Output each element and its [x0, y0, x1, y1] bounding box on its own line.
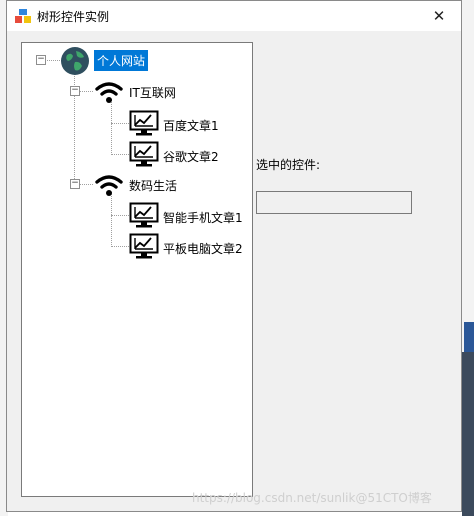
tree-node-label[interactable]: 个人网站 [94, 50, 149, 71]
collapse-icon[interactable]: − [36, 55, 46, 65]
background-editor-tab [464, 322, 474, 352]
tree-line [111, 215, 129, 216]
tree-line [111, 123, 129, 124]
tree-node-label[interactable]: IT互联网 [129, 84, 176, 101]
close-button[interactable]: ✕ [417, 1, 461, 31]
tree-line [79, 91, 93, 92]
watermark: https://blog.csdn.net/sunlik@51CTO博客 [192, 491, 432, 505]
tree-line [111, 154, 129, 155]
tree-view[interactable]: − 个人网站 − IT互联网 百度文章1 谷歌文章2 − 数码生活 智能手机文章… [21, 42, 253, 497]
tree-line [111, 192, 112, 247]
app-icon [15, 9, 31, 23]
tree-node-label[interactable]: 智能手机文章1 [163, 209, 243, 226]
tree-demo-window: 树形控件实例 ✕ − 个人网站 − IT互联网 百度文章1 谷歌文章2 − 数码… [6, 0, 462, 512]
close-icon: ✕ [432, 7, 446, 25]
background-editor-panel [462, 352, 474, 516]
wifi-icon [95, 175, 123, 196]
selected-control-label: 选中的控件: [256, 158, 321, 172]
wifi-icon [95, 82, 123, 103]
monitor-chart-icon [129, 110, 159, 136]
tree-node-label[interactable]: 数码生活 [129, 177, 177, 194]
selected-control-field[interactable] [256, 191, 412, 214]
title-bar: 树形控件实例 ✕ [7, 1, 461, 31]
monitor-chart-icon [129, 233, 159, 259]
monitor-chart-icon [129, 202, 159, 228]
collapse-icon[interactable]: − [70, 179, 80, 189]
globe-icon [61, 47, 89, 75]
tree-line [111, 246, 129, 247]
monitor-chart-icon [129, 141, 159, 167]
tree-node-label[interactable]: 百度文章1 [163, 117, 219, 134]
tree-node-label[interactable]: 谷歌文章2 [163, 148, 219, 165]
tree-node-label[interactable]: 平板电脑文章2 [163, 240, 243, 257]
window-title: 树形控件实例 [37, 10, 110, 24]
tree-line [79, 184, 93, 185]
collapse-icon[interactable]: − [70, 86, 80, 96]
tree-line [111, 99, 112, 155]
